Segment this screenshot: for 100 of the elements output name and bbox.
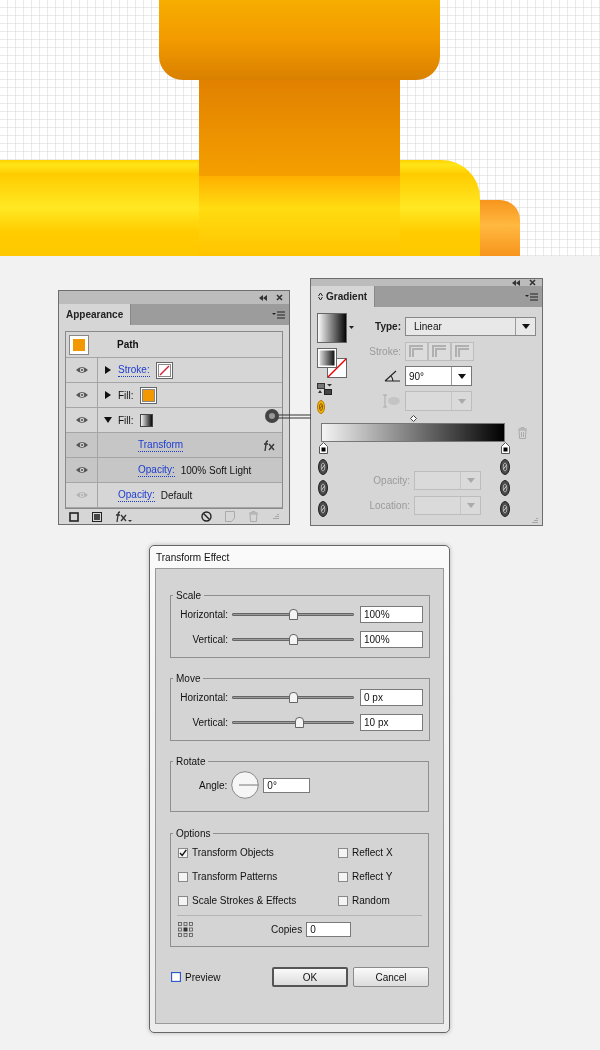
- slider[interactable]: [232, 716, 354, 729]
- slider[interactable]: [232, 608, 354, 621]
- group-title: Scale: [175, 589, 202, 603]
- field-label: Vertical:: [192, 633, 228, 647]
- group-title: Move: [175, 672, 202, 686]
- field-label: Angle:: [199, 778, 228, 793]
- gradient-swatch[interactable]: [139, 413, 153, 427]
- color-stop-icon[interactable]: [500, 442, 510, 454]
- reference-point-icon[interactable]: [178, 922, 193, 937]
- attribute-label: Fill:: [118, 388, 134, 403]
- disclosure-triangle-icon[interactable]: [105, 391, 111, 399]
- fill-stroke-icon[interactable]: [317, 348, 347, 378]
- type-dropdown[interactable]: Linear: [405, 316, 536, 336]
- stroke-gradient-icon: [451, 341, 474, 361]
- slider-thumb[interactable]: [289, 633, 298, 645]
- field-label: Copies: [271, 923, 303, 937]
- attribute-label: Fill:: [118, 413, 134, 428]
- group-title: Rotate: [175, 755, 207, 769]
- close-icon[interactable]: [276, 294, 283, 301]
- field-label: Horizontal:: [180, 608, 228, 622]
- disclosure-triangle-icon[interactable]: [104, 417, 112, 423]
- checkbox-label[interactable]: Reflect X: [352, 845, 393, 860]
- checkbox[interactable]: [178, 871, 188, 882]
- link-icon[interactable]: [500, 480, 510, 496]
- attribute-link[interactable]: Opacity:: [138, 463, 175, 477]
- field-label: Stroke:: [369, 344, 401, 359]
- slider-thumb[interactable]: [289, 608, 298, 620]
- clear-icon[interactable]: [201, 511, 212, 522]
- checkbox[interactable]: [338, 847, 348, 858]
- checkbox[interactable]: [338, 871, 348, 882]
- checkbox-label[interactable]: Scale Strokes & Effects: [192, 893, 297, 908]
- none-stroke-swatch[interactable]: [155, 361, 173, 379]
- group-title: Options: [175, 827, 212, 841]
- stroke-gradient-icon: [428, 341, 451, 361]
- caret-icon[interactable]: [349, 326, 354, 329]
- close-icon[interactable]: [529, 279, 536, 286]
- dialog-button[interactable]: Cancel: [353, 967, 429, 987]
- slider[interactable]: [232, 633, 354, 646]
- input-field[interactable]: 0: [306, 922, 352, 937]
- checkbox-label[interactable]: Transform Patterns: [192, 869, 278, 884]
- add-stroke-icon[interactable]: [69, 511, 79, 522]
- attribute-link[interactable]: Transform: [138, 438, 184, 452]
- attribute-link[interactable]: Stroke:: [118, 363, 150, 377]
- dialog-title: Transform Effect: [155, 550, 230, 565]
- slider-thumb[interactable]: [295, 716, 305, 728]
- visibility-icon[interactable]: [74, 365, 89, 375]
- reverse-gradient-icon[interactable]: [317, 383, 333, 395]
- link-icon[interactable]: [318, 501, 328, 517]
- input-field[interactable]: 10 px: [360, 714, 423, 731]
- angle-field[interactable]: 90°: [405, 366, 472, 386]
- visibility-icon[interactable]: [74, 465, 89, 475]
- input-field[interactable]: 100%: [360, 631, 423, 648]
- attribute-value: Default: [160, 488, 193, 503]
- checkbox[interactable]: [178, 895, 188, 906]
- input-field[interactable]: 0°: [263, 777, 311, 793]
- field-label: Vertical:: [192, 716, 228, 730]
- collapse-icon[interactable]: [259, 294, 267, 301]
- checkbox-label[interactable]: Transform Objects: [192, 845, 274, 860]
- stroke-gradient-icon: [405, 341, 428, 361]
- color-stop-icon[interactable]: [318, 442, 328, 454]
- resize-grip-icon[interactable]: [531, 517, 538, 524]
- gradient-ramp[interactable]: [321, 423, 505, 442]
- slider[interactable]: [232, 691, 354, 704]
- link-icon[interactable]: [318, 480, 328, 496]
- attribute-link[interactable]: Opacity:: [118, 488, 155, 502]
- gradient-swatch[interactable]: [317, 313, 347, 343]
- disclosure-triangle-icon[interactable]: [105, 366, 111, 374]
- field-label: Opacity:: [373, 474, 410, 488]
- object-type: Path: [117, 338, 139, 352]
- color-swatch[interactable]: [139, 386, 157, 404]
- angle-icon: [384, 370, 401, 382]
- add-fill-icon[interactable]: [92, 511, 102, 522]
- fx-menu-icon[interactable]: [115, 510, 132, 523]
- checkbox[interactable]: [171, 972, 181, 982]
- input-field[interactable]: 0 px: [360, 689, 423, 706]
- dropdown-arrow-icon[interactable]: [457, 373, 466, 379]
- dropdown-arrow-icon[interactable]: [521, 323, 530, 329]
- checkbox[interactable]: [338, 895, 348, 906]
- fx-icon[interactable]: [263, 439, 276, 451]
- object-swatch: [73, 338, 85, 351]
- field-label: Location:: [369, 499, 410, 513]
- expand-collapse-icon[interactable]: [318, 292, 323, 301]
- dialog-button[interactable]: OK: [272, 967, 348, 987]
- visibility-icon[interactable]: [74, 390, 89, 400]
- checkbox-label[interactable]: Preview: [185, 969, 221, 985]
- slider-thumb[interactable]: [289, 691, 298, 703]
- checkbox-label[interactable]: Reflect Y: [352, 869, 393, 884]
- link-icon[interactable]: [500, 459, 510, 475]
- visibility-icon[interactable]: [74, 415, 89, 425]
- checkbox-label[interactable]: Random: [352, 893, 390, 908]
- field-label: Type:: [375, 319, 401, 334]
- input-field[interactable]: 100%: [360, 606, 423, 623]
- checkbox[interactable]: [178, 847, 188, 858]
- angle-dial[interactable]: [231, 771, 260, 799]
- field-label: Horizontal:: [180, 691, 228, 705]
- resize-grip-icon[interactable]: [272, 513, 279, 520]
- visibility-icon[interactable]: [74, 440, 89, 450]
- link-icon[interactable]: [318, 459, 328, 475]
- link-icon[interactable]: [500, 501, 510, 517]
- attribute-value: 100% Soft Light: [180, 463, 252, 478]
